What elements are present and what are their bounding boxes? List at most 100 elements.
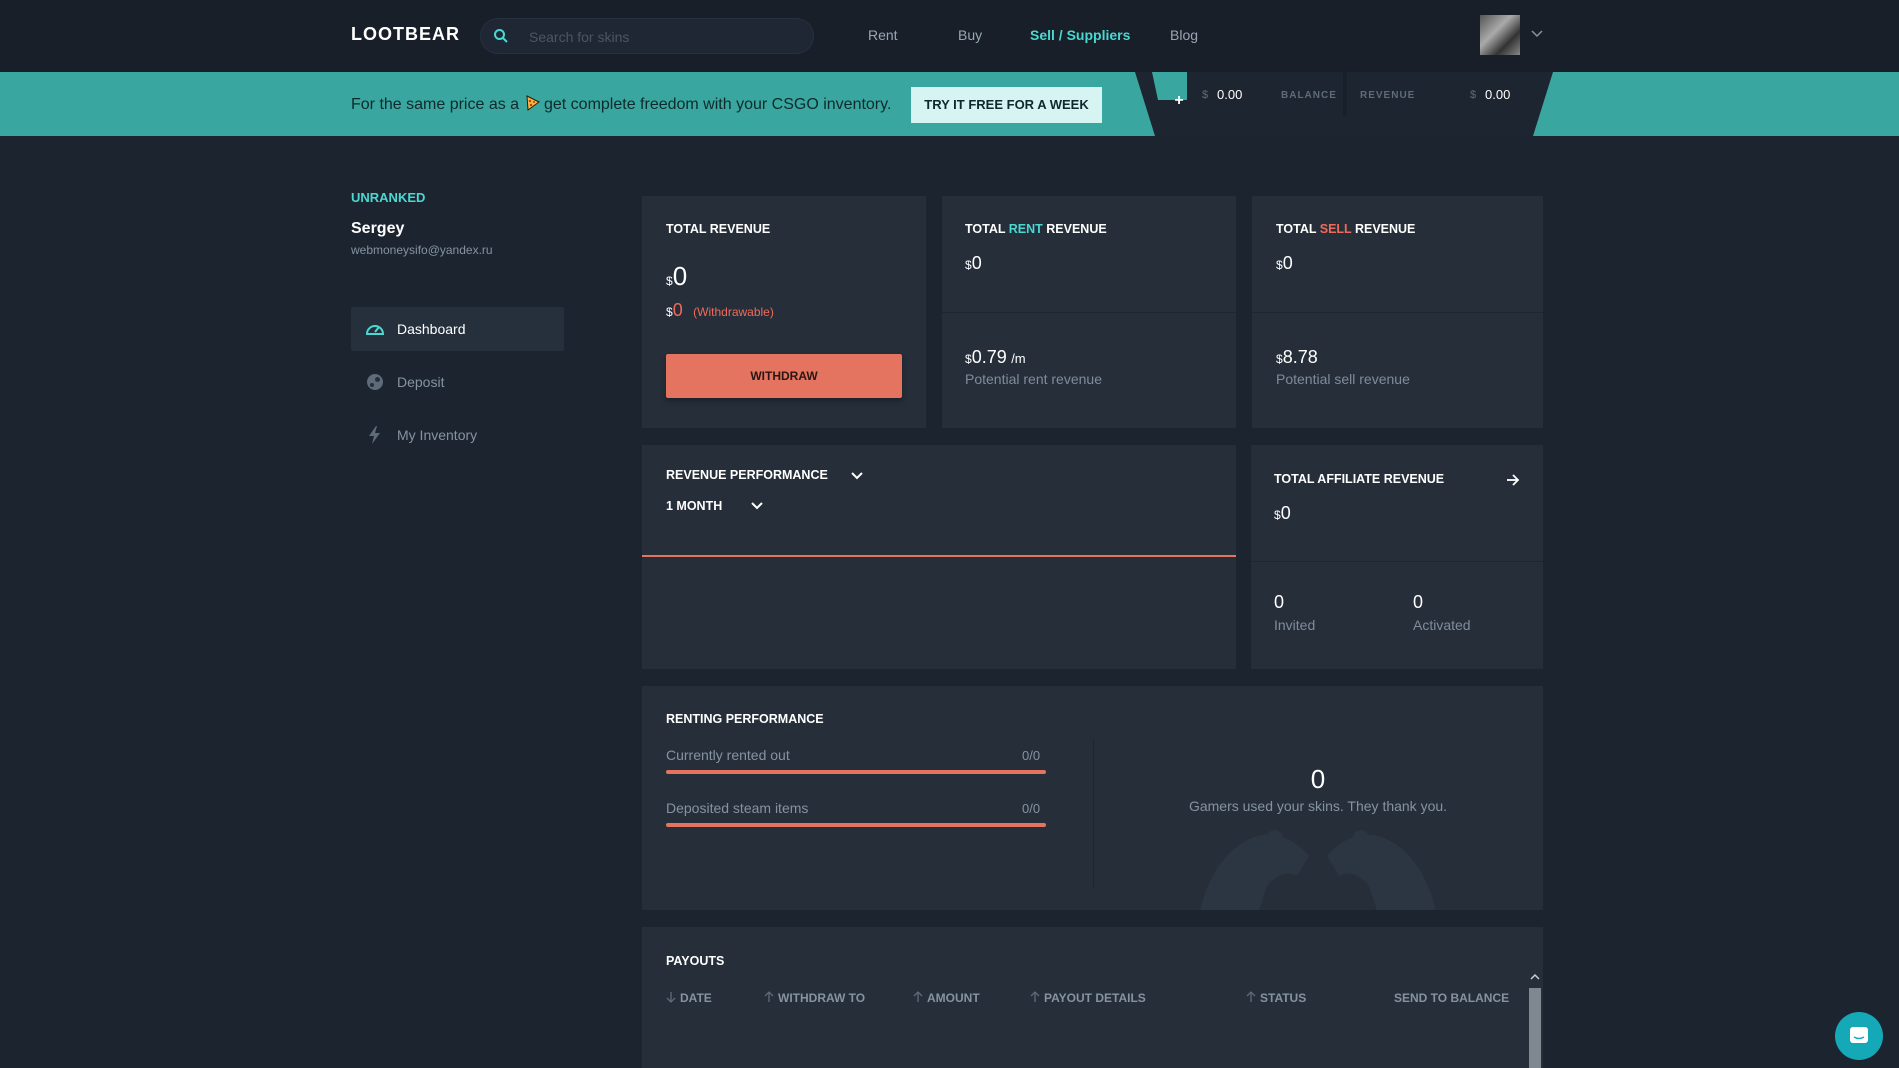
- arrow-up-icon: [913, 991, 923, 1002]
- lootbear-logo[interactable]: LOOTBEAR: [351, 24, 460, 45]
- affiliate-title: TOTAL AFFILIATE REVENUE: [1274, 472, 1445, 486]
- chevron-down-icon[interactable]: [1530, 26, 1544, 40]
- withdrawable-value: 0: [672, 300, 683, 320]
- currency-symbol: $: [965, 258, 972, 272]
- payouts-title: PAYOUTS: [666, 954, 725, 968]
- add-funds-button[interactable]: +: [1164, 86, 1194, 116]
- payouts-card: PAYOUTS DATE WITHDRAW TO AMOUNT PAYOUT D…: [642, 927, 1543, 1068]
- invited-label: Invited: [1274, 617, 1316, 633]
- activated-value: 0: [1413, 592, 1424, 612]
- lightning-icon: [369, 426, 380, 444]
- pizza-icon: [525, 95, 540, 111]
- column-payout-details[interactable]: PAYOUT DETAILS: [1030, 991, 1146, 1005]
- revenue-chart-line: [642, 555, 1236, 557]
- promo-text-before: For the same price as a: [351, 96, 520, 113]
- sell-revenue-card: TOTAL SELL REVENUE $0 $8.78 Potential se…: [1252, 196, 1543, 428]
- deposited-items-label: Deposited steam items: [666, 800, 809, 816]
- balance-currency: $: [1202, 89, 1209, 101]
- invited-value: 0: [1274, 592, 1285, 612]
- deposited-items-progress: [666, 823, 1046, 827]
- revenue-value: 0.00: [1485, 87, 1511, 102]
- column-payout-details-label: PAYOUT DETAILS: [1044, 991, 1146, 1005]
- rent-revenue-value: 0: [971, 253, 982, 273]
- activated-label: Activated: [1413, 617, 1471, 633]
- revenue-label: REVENUE: [1360, 90, 1416, 101]
- column-status-label: STATUS: [1260, 991, 1307, 1005]
- withdrawable-amount: $0 (Withdrawable): [666, 300, 774, 321]
- potential-rent-label: Potential rent revenue: [965, 371, 1102, 387]
- promo-text: For the same price as a get complete fre…: [351, 95, 891, 114]
- withdraw-button[interactable]: WITHDRAW: [666, 354, 902, 398]
- arrow-up-icon: [1030, 991, 1040, 1002]
- revenue-currency: $: [1470, 89, 1477, 101]
- try-free-button[interactable]: TRY IT FREE FOR A WEEK: [911, 87, 1102, 123]
- nav-sell-suppliers[interactable]: Sell / Suppliers: [1030, 27, 1130, 43]
- potential-sell-label: Potential sell revenue: [1276, 371, 1410, 387]
- steam-icon: [367, 374, 383, 390]
- revenue-performance-title[interactable]: REVENUE PERFORMANCE: [666, 468, 828, 482]
- rent-revenue-title: TOTAL RENT REVENUE: [965, 222, 1107, 236]
- potential-sell-value: 8.78: [1282, 347, 1318, 367]
- chat-icon: [1850, 1027, 1868, 1043]
- gamers-label: Gamers used your skins. They thank you.: [1188, 798, 1448, 814]
- title-suffix: REVENUE: [1351, 222, 1416, 236]
- sidebar-item-my-inventory[interactable]: My Inventory: [351, 413, 564, 457]
- column-status[interactable]: STATUS: [1246, 991, 1306, 1005]
- title-accent: RENT: [1008, 222, 1043, 236]
- search-box[interactable]: [480, 18, 814, 54]
- column-send-to-balance: SEND TO BALANCE: [1394, 991, 1510, 1005]
- rent-revenue-card: TOTAL RENT REVENUE $0 $0.79 /m Potential…: [942, 196, 1236, 428]
- chat-support-button[interactable]: [1835, 1012, 1883, 1060]
- chevron-down-icon[interactable]: [850, 469, 864, 483]
- search-input[interactable]: [529, 25, 799, 49]
- bear-watermark-icon: [1200, 830, 1436, 910]
- period-selector[interactable]: 1 MONTH: [666, 499, 722, 513]
- total-revenue-amount: $0: [666, 261, 687, 292]
- currency-symbol: $: [1276, 258, 1283, 272]
- sell-revenue-value: 0: [1282, 253, 1293, 273]
- revenue-performance-card: REVENUE PERFORMANCE 1 MONTH: [642, 445, 1236, 669]
- balance-value: 0.00: [1217, 87, 1243, 102]
- title-accent: SELL: [1319, 222, 1352, 236]
- column-withdraw-to-label: WITHDRAW TO: [778, 991, 866, 1005]
- total-revenue-value: 0: [672, 261, 688, 291]
- currency-symbol: $: [965, 352, 972, 366]
- wallet-background: [1135, 72, 1553, 136]
- potential-rent-amount: $0.79 /m: [965, 347, 1026, 368]
- card-divider: [1252, 312, 1543, 313]
- title-prefix: TOTAL: [965, 222, 1009, 236]
- nav-blog[interactable]: Blog: [1170, 27, 1198, 43]
- title-prefix: TOTAL: [1276, 222, 1320, 236]
- column-amount[interactable]: AMOUNT: [913, 991, 980, 1005]
- currency-symbol: $: [666, 274, 673, 288]
- deposited-items-value: 0/0: [1022, 801, 1041, 816]
- column-withdraw-to[interactable]: WITHDRAW TO: [764, 991, 865, 1005]
- payouts-scrollbar[interactable]: [1527, 970, 1543, 1068]
- promo-text-after: get complete freedom with your CSGO inve…: [543, 96, 892, 113]
- search-icon: [494, 29, 508, 43]
- dashboard-gauge-icon: [365, 325, 385, 335]
- column-date-label: DATE: [680, 991, 712, 1005]
- column-date[interactable]: DATE: [666, 991, 712, 1005]
- currency-symbol: $: [666, 305, 673, 319]
- sidebar-label-deposit: Deposit: [397, 374, 445, 390]
- sidebar-item-deposit[interactable]: Deposit: [351, 360, 564, 404]
- scroll-up-icon[interactable]: [1530, 972, 1540, 982]
- top-navbar: LOOTBEAR Rent Buy Sell / Suppliers Blog: [0, 0, 1899, 72]
- title-suffix: REVENUE: [1042, 222, 1107, 236]
- sidebar-label-dashboard: Dashboard: [397, 321, 466, 337]
- nav-buy[interactable]: Buy: [958, 27, 982, 43]
- scrollbar-thumb[interactable]: [1529, 988, 1541, 1068]
- user-avatar[interactable]: [1480, 15, 1520, 55]
- arrow-right-icon[interactable]: [1506, 473, 1520, 487]
- withdrawable-label: (Withdrawable): [693, 305, 774, 319]
- potential-sell-amount: $8.78: [1276, 347, 1318, 368]
- chevron-down-icon[interactable]: [750, 499, 764, 513]
- card-divider: [1251, 561, 1543, 562]
- currency-symbol: $: [1276, 352, 1283, 366]
- nav-rent[interactable]: Rent: [868, 27, 898, 43]
- potential-rent-value: 0.79: [971, 347, 1007, 367]
- sidebar-item-dashboard[interactable]: Dashboard: [351, 307, 564, 351]
- user-rank: UNRANKED: [351, 190, 426, 205]
- balance-label: BALANCE: [1281, 90, 1337, 101]
